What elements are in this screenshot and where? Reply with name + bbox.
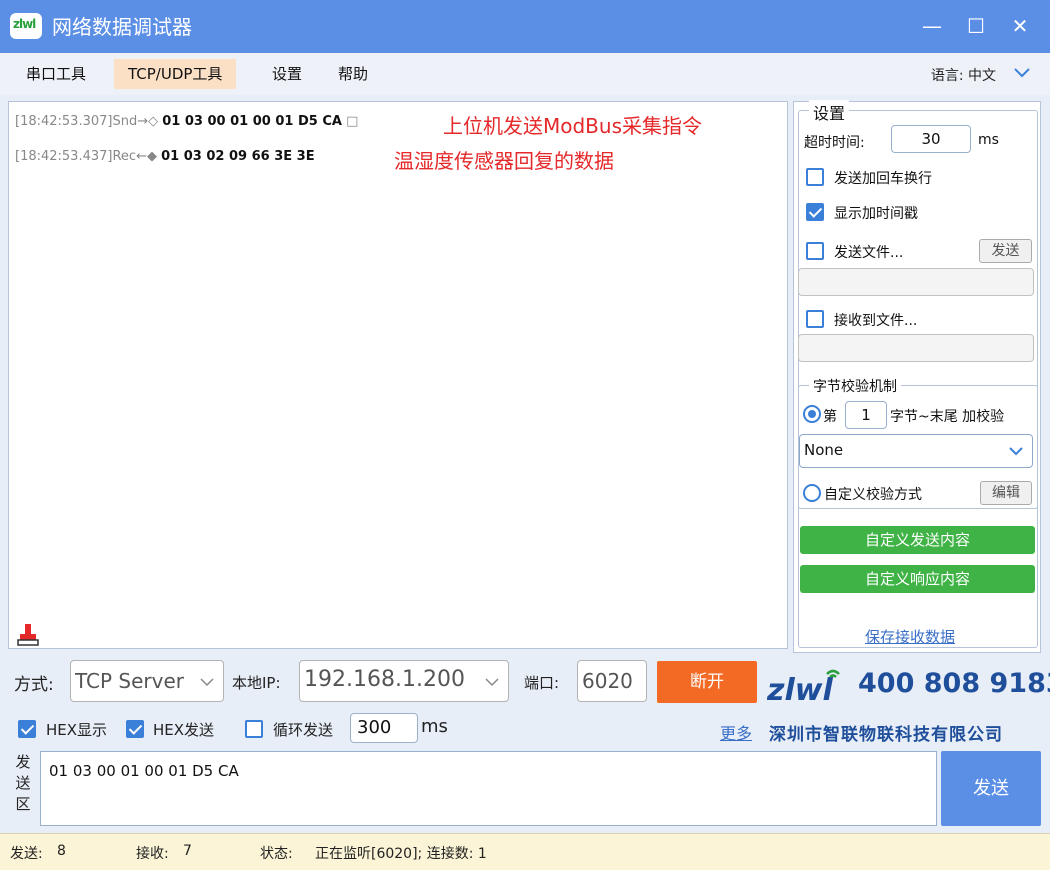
loop-unit: ms bbox=[421, 716, 448, 737]
show-timestamp-checkbox[interactable] bbox=[806, 203, 824, 221]
checksum-range-radio[interactable] bbox=[803, 405, 821, 423]
menu-help[interactable]: 帮助 bbox=[324, 59, 382, 89]
brand-phone: 400 808 9183 bbox=[858, 668, 1050, 699]
hex-display-label: HEX显示 bbox=[46, 721, 108, 739]
custom-checksum-label: 自定义校验方式 bbox=[824, 487, 922, 503]
timeout-input[interactable]: 30 bbox=[891, 125, 971, 153]
recv-count: 7 bbox=[183, 843, 192, 859]
send-button[interactable]: 发送 bbox=[941, 751, 1041, 826]
hex-send-label: HEX发送 bbox=[153, 721, 215, 739]
brand-company: 深圳市智联物联科技有限公司 bbox=[769, 725, 1003, 745]
loop-interval-input[interactable]: 300 bbox=[350, 713, 418, 743]
port-value: 6020 bbox=[582, 669, 633, 693]
show-timestamp-label: 显示加时间戳 bbox=[834, 206, 918, 222]
maximize-icon[interactable]: ☐ bbox=[958, 10, 994, 42]
recv-to-file-checkbox[interactable] bbox=[806, 310, 824, 328]
receive-area[interactable]: [18:42:53.307]Snd→◇ 01 03 00 01 00 01 D5… bbox=[8, 101, 788, 649]
send-textarea[interactable]: 01 03 00 01 00 01 D5 CA bbox=[40, 751, 937, 826]
window-title: 网络数据调试器 bbox=[52, 15, 192, 39]
menu-bar: 串口工具 TCP/UDP工具 设置 帮助 语言: 中文 bbox=[0, 53, 1050, 95]
log-hex: 01 03 02 09 66 3E 3E bbox=[161, 149, 315, 164]
save-received-data-link[interactable]: 保存接收数据 bbox=[865, 626, 955, 647]
log-line: [18:42:53.307]Snd→◇ 01 03 00 01 00 01 D5… bbox=[15, 114, 358, 129]
timeout-unit: ms bbox=[978, 132, 999, 148]
state-label: 状态: bbox=[260, 846, 293, 862]
log-timestamp: [18:42:53.437]Rec←◆ bbox=[15, 149, 157, 164]
settings-title: 设置 bbox=[809, 100, 850, 124]
mode-value: TCP Server bbox=[75, 669, 185, 693]
chevron-down-icon bbox=[1009, 447, 1023, 456]
checksum-method-value: None bbox=[804, 441, 844, 459]
checksum-title: 字节校验机制 bbox=[809, 376, 901, 396]
chevron-down-icon bbox=[200, 678, 214, 687]
zlwl-logo-icon: zlwl bbox=[767, 669, 840, 706]
hex-send-checkbox[interactable] bbox=[126, 720, 144, 738]
mode-select[interactable]: TCP Server bbox=[70, 660, 224, 702]
local-ip-value: 192.168.1.200 bbox=[304, 667, 465, 692]
chevron-down-icon bbox=[485, 678, 499, 687]
status-bar: 发送: 8 接收: 7 状态: 正在监听[6020]; 连接数: 1 bbox=[0, 833, 1050, 870]
custom-send-content-button[interactable]: 自定义发送内容 bbox=[800, 526, 1035, 554]
recv-to-file-label: 接收到文件... bbox=[834, 313, 918, 329]
send-file-label: 发送文件... bbox=[834, 245, 904, 261]
annotation-send: 上位机发送ModBus采集指令 bbox=[443, 114, 703, 138]
minimize-icon[interactable]: — bbox=[914, 10, 950, 42]
send-file-button[interactable]: 发送 bbox=[979, 239, 1032, 263]
local-ip-label: 本地IP: bbox=[232, 674, 281, 692]
language-selector[interactable]: 语言: 中文 bbox=[931, 65, 996, 85]
checksum-prefix: 第 bbox=[823, 409, 837, 425]
hex-display-checkbox[interactable] bbox=[18, 720, 36, 738]
close-icon[interactable]: ✕ bbox=[1002, 10, 1038, 42]
brush-icon[interactable] bbox=[17, 622, 39, 646]
log-line: [18:42:53.437]Rec←◆ 01 03 02 09 66 3E 3E bbox=[15, 149, 315, 164]
state-text: 正在监听[6020]; 连接数: 1 bbox=[315, 846, 487, 862]
chevron-down-icon[interactable] bbox=[1012, 65, 1032, 81]
more-link[interactable]: 更多 bbox=[720, 720, 752, 744]
sent-count-label: 发送: bbox=[10, 846, 43, 862]
log-timestamp: [18:42:53.307]Snd→◇ bbox=[15, 114, 159, 129]
menu-serial-tool[interactable]: 串口工具 bbox=[12, 59, 100, 89]
svg-text:zlwl: zlwl bbox=[767, 673, 833, 706]
port-input[interactable]: 6020 bbox=[577, 660, 647, 702]
checksum-suffix: 字节~末尾 加校验 bbox=[890, 409, 1005, 425]
checksum-byte-input[interactable]: 1 bbox=[845, 401, 887, 429]
log-hex: 01 03 00 01 00 01 D5 CA bbox=[162, 114, 342, 129]
loop-send-checkbox[interactable] bbox=[245, 720, 263, 738]
port-label: 端口: bbox=[524, 674, 560, 692]
settings-panel: 设置 超时时间: 30 ms 发送加回车换行 显示加时间戳 发送文件... 发送… bbox=[793, 100, 1041, 653]
menu-settings[interactable]: 设置 bbox=[258, 59, 316, 89]
disconnect-button[interactable]: 断开 bbox=[657, 661, 757, 703]
sent-count: 8 bbox=[57, 843, 66, 859]
send-file-path[interactable] bbox=[798, 268, 1034, 296]
send-file-checkbox[interactable] bbox=[806, 242, 824, 260]
timeout-label: 超时时间: bbox=[804, 135, 865, 151]
mode-label: 方式: bbox=[14, 675, 54, 695]
local-ip-select[interactable]: 192.168.1.200 bbox=[299, 660, 509, 702]
custom-checksum-radio[interactable] bbox=[803, 484, 821, 502]
checksum-method-select[interactable]: None bbox=[799, 434, 1033, 468]
edit-checksum-button[interactable]: 编辑 bbox=[980, 481, 1032, 505]
menu-tcp-udp-tool[interactable]: TCP/UDP工具 bbox=[114, 59, 237, 89]
recv-file-path[interactable] bbox=[798, 334, 1034, 362]
custom-response-content-button[interactable]: 自定义响应内容 bbox=[800, 565, 1035, 593]
recv-count-label: 接收: bbox=[136, 846, 169, 862]
title-bar: zlwl 网络数据调试器 — ☐ ✕ bbox=[0, 0, 1050, 53]
send-area-label: 发送区 bbox=[15, 753, 31, 813]
app-logo-icon: zlwl bbox=[10, 13, 42, 39]
annotation-reply: 温湿度传感器回复的数据 bbox=[394, 149, 614, 173]
send-crlf-label: 发送加回车换行 bbox=[834, 171, 932, 187]
loop-send-label: 循环发送 bbox=[273, 721, 334, 739]
log-marker: □ bbox=[346, 114, 359, 129]
send-crlf-checkbox[interactable] bbox=[806, 168, 824, 186]
